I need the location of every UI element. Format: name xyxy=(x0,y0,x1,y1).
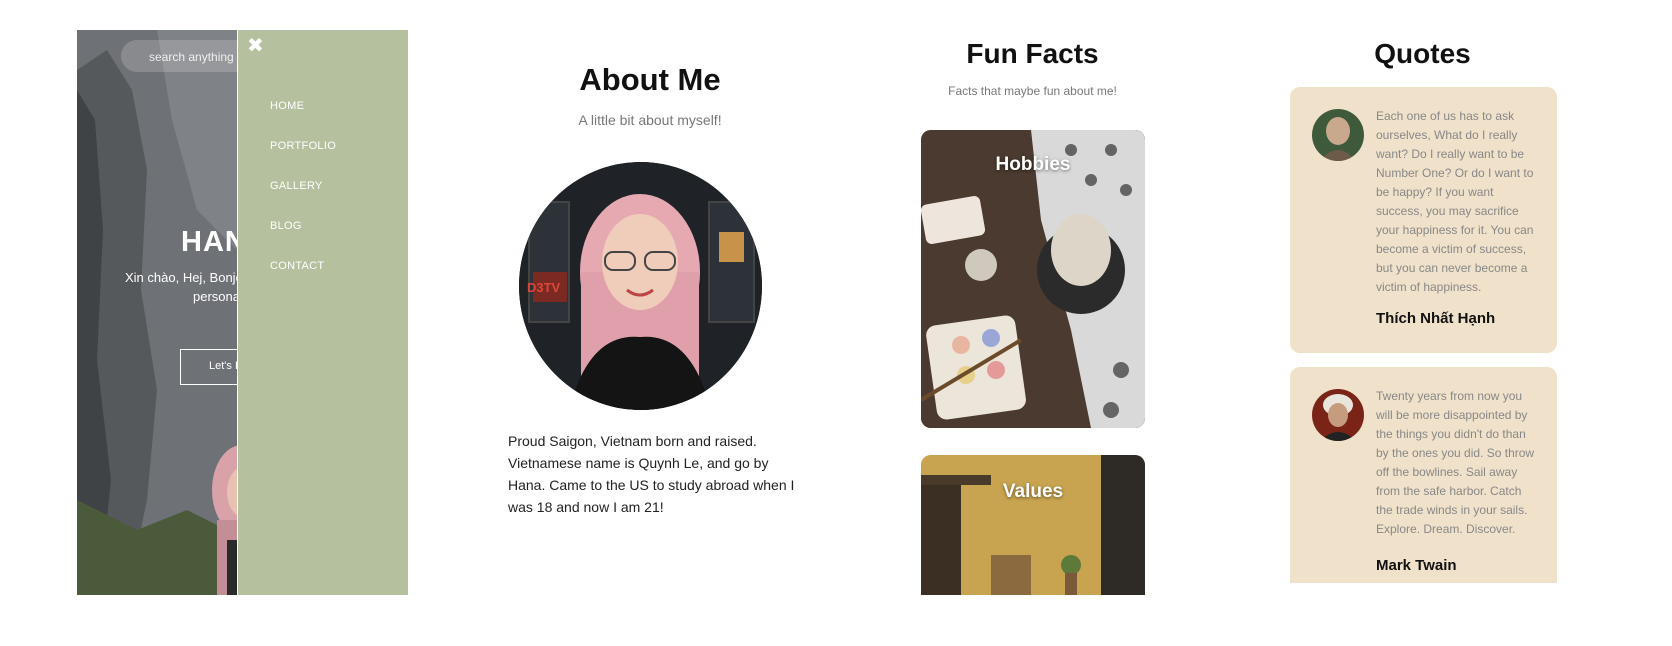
mobile-preview: search anything HAN Xin chào, Hej, Bonjo… xyxy=(77,30,408,595)
quote-author: Thích Nhất Hạnh xyxy=(1376,310,1496,327)
hobbies-label: Hobbies xyxy=(995,154,1071,175)
search-placeholder[interactable]: search anything xyxy=(149,50,234,64)
side-nav-menu: ✖ HOME PORTFOLIO GALLERY BLOG CONTACT xyxy=(238,30,408,595)
quote-text: Each one of us has to ask ourselves, Wha… xyxy=(1376,109,1534,294)
values-card[interactable]: Values xyxy=(921,455,1145,595)
portrait-photo: D3TV xyxy=(519,162,762,410)
nav-item-gallery[interactable]: GALLERY xyxy=(270,180,336,220)
portrait-illustration: D3TV xyxy=(519,162,762,410)
person-photo xyxy=(212,445,237,595)
mark-twain-avatar xyxy=(1312,389,1364,441)
nav-item-contact[interactable]: CONTACT xyxy=(270,260,336,300)
thich-nhat-hanh-avatar xyxy=(1312,109,1364,161)
fun-facts-subtitle: Facts that maybe fun about me! xyxy=(948,84,1117,98)
fun-facts-title: Fun Facts xyxy=(966,38,1099,69)
quote-text: Twenty years from now you will be more d… xyxy=(1376,389,1535,536)
about-title: About Me xyxy=(579,62,721,97)
about-paragraph: Proud Saigon, Vietnam born and raised. V… xyxy=(508,433,795,515)
values-label: Values xyxy=(1002,481,1064,502)
author-avatar xyxy=(1312,109,1364,161)
nav-item-blog[interactable]: BLOG xyxy=(270,220,336,260)
hero-subtitle-line-1: Xin chào, Hej, Bonjo xyxy=(125,270,243,285)
nav-list: HOME PORTFOLIO GALLERY BLOG CONTACT xyxy=(270,100,336,300)
hero-subtitle-line-2: persona xyxy=(193,289,240,304)
nav-item-portfolio[interactable]: PORTFOLIO xyxy=(270,140,336,180)
quote-card: Each one of us has to ask ourselves, Wha… xyxy=(1290,87,1557,353)
author-avatar xyxy=(1312,389,1364,441)
nav-item-home[interactable]: HOME xyxy=(270,100,336,140)
close-icon[interactable]: ✖ xyxy=(247,36,264,56)
hero-section xyxy=(77,30,237,595)
hero-title: HAN xyxy=(181,226,247,258)
quotes-title: Quotes xyxy=(1374,38,1471,69)
portrait-badge: D3TV xyxy=(527,280,561,295)
quote-author: Mark Twain xyxy=(1376,557,1457,574)
about-subtitle: A little bit about myself! xyxy=(578,112,722,128)
hobbies-card[interactable]: Hobbies xyxy=(921,130,1145,428)
values-photo xyxy=(921,455,1145,595)
quote-card: Twenty years from now you will be more d… xyxy=(1290,367,1557,583)
